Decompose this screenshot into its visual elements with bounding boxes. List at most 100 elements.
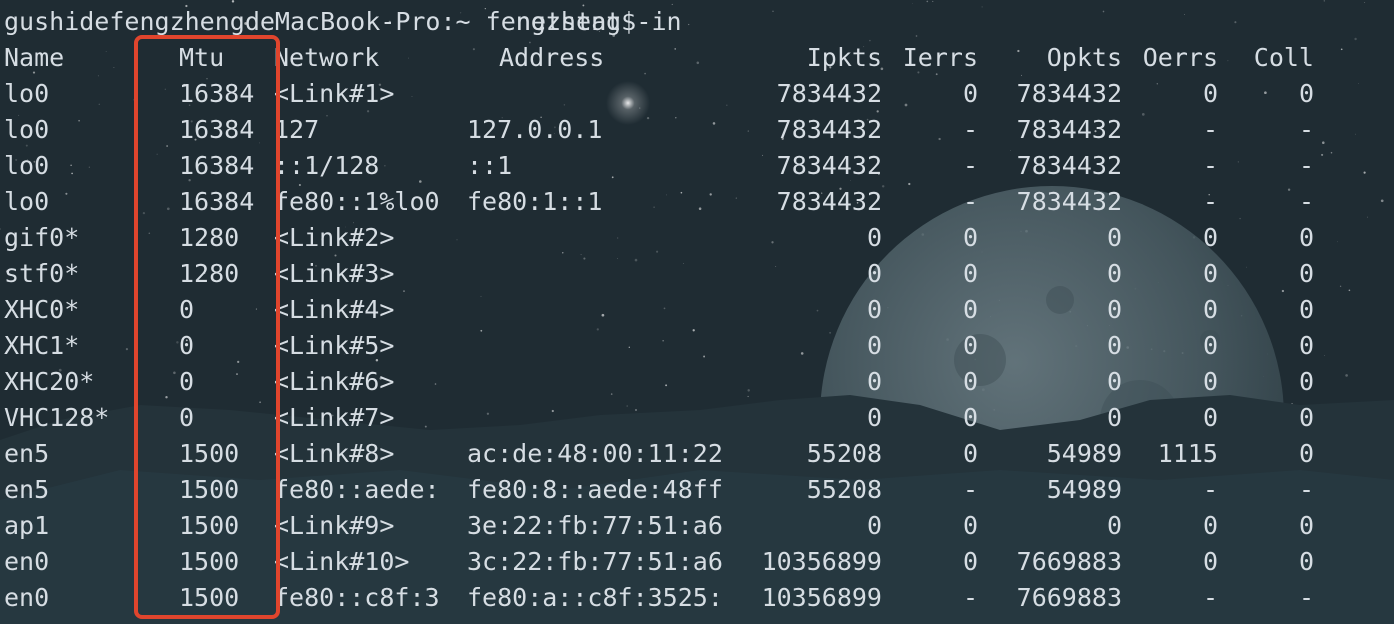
cell-ierrs: 0 <box>962 511 978 540</box>
cell-coll: 0 <box>1298 295 1314 324</box>
cell-ierrs: 0 <box>962 403 978 432</box>
cell-address: fe80:8::aede:48ff <box>467 475 723 504</box>
cell-ipkts: 7834432 <box>776 115 882 144</box>
cell-oerrs: 0 <box>1202 331 1218 360</box>
cell-ipkts: 55208 <box>806 475 882 504</box>
cell-name: en0 <box>4 583 50 612</box>
cell-ierrs: 0 <box>962 295 978 324</box>
cell-ierrs: - <box>962 187 978 216</box>
cell-opkts: 0 <box>1106 223 1122 252</box>
cell-ipkts: 0 <box>866 367 882 396</box>
header-ipkts: Ipkts <box>806 43 882 72</box>
cell-opkts: 7669883 <box>1016 583 1122 612</box>
cell-name: ap1 <box>4 511 50 540</box>
cell-network: <Link#4> <box>274 295 395 324</box>
cell-oerrs: 0 <box>1202 295 1218 324</box>
cell-ipkts: 7834432 <box>776 187 882 216</box>
cell-coll: - <box>1298 115 1314 144</box>
cell-network: <Link#9> <box>274 511 395 540</box>
cell-network: <Link#8> <box>274 439 395 468</box>
cell-coll: 0 <box>1298 439 1314 468</box>
header-opkts: Opkts <box>1046 43 1122 72</box>
cell-coll: 0 <box>1298 511 1314 540</box>
header-oerrs: Oerrs <box>1142 43 1218 72</box>
cell-network: 127 <box>274 115 320 144</box>
cell-ipkts: 10356899 <box>761 583 882 612</box>
cell-coll: 0 <box>1298 223 1314 252</box>
cell-address: 3c:22:fb:77:51:a6 <box>467 547 723 576</box>
cell-name: en0 <box>4 547 50 576</box>
cell-opkts: 0 <box>1106 295 1122 324</box>
cell-address: 127.0.0.1 <box>467 115 603 144</box>
cell-ipkts: 10356899 <box>761 547 882 576</box>
mtu-column-highlight <box>134 35 280 619</box>
cell-network: <Link#5> <box>274 331 395 360</box>
cell-coll: - <box>1298 151 1314 180</box>
cell-oerrs: - <box>1202 115 1218 144</box>
cell-name: gif0* <box>4 223 80 252</box>
cell-network: <Link#6> <box>274 367 395 396</box>
cell-address: ::1 <box>467 151 513 180</box>
cell-address: 3e:22:fb:77:51:a6 <box>467 511 723 540</box>
cell-address: ac:de:48:00:11:22 <box>467 439 723 468</box>
cell-coll: 0 <box>1298 403 1314 432</box>
header-coll: Coll <box>1253 43 1314 72</box>
cell-oerrs: 0 <box>1202 511 1218 540</box>
cell-opkts: 7834432 <box>1016 79 1122 108</box>
cell-oerrs: - <box>1202 187 1218 216</box>
cell-name: XHC20* <box>4 367 95 396</box>
cell-opkts: 0 <box>1106 511 1122 540</box>
cell-ierrs: - <box>962 475 978 504</box>
cell-opkts: 7834432 <box>1016 187 1122 216</box>
cell-network: <Link#7> <box>274 403 395 432</box>
cell-name: VHC128* <box>4 403 110 432</box>
cell-ierrs: - <box>962 115 978 144</box>
cell-ierrs: 0 <box>962 79 978 108</box>
cell-oerrs: 1115 <box>1157 439 1218 468</box>
cell-opkts: 54989 <box>1046 439 1122 468</box>
cell-ipkts: 0 <box>866 259 882 288</box>
cell-coll: 0 <box>1298 259 1314 288</box>
cell-ipkts: 0 <box>866 223 882 252</box>
cell-name: lo0 <box>4 79 50 108</box>
cell-opkts: 0 <box>1106 259 1122 288</box>
header-network: Network <box>274 43 380 72</box>
cell-name: lo0 <box>4 115 50 144</box>
cell-name: lo0 <box>4 187 50 216</box>
cell-oerrs: 0 <box>1202 547 1218 576</box>
cell-name: en5 <box>4 439 50 468</box>
cell-name: en5 <box>4 475 50 504</box>
prompt-command: netstat -in <box>516 7 682 36</box>
cell-coll: - <box>1298 187 1314 216</box>
cell-coll: 0 <box>1298 367 1314 396</box>
cell-network: ::1/128 <box>274 151 380 180</box>
header-name: Name <box>4 43 65 72</box>
cell-ipkts: 55208 <box>806 439 882 468</box>
cell-ierrs: - <box>962 583 978 612</box>
cell-ierrs: 0 <box>962 367 978 396</box>
cell-ipkts: 0 <box>866 403 882 432</box>
cell-ipkts: 0 <box>866 295 882 324</box>
cell-oerrs: 0 <box>1202 367 1218 396</box>
cell-ierrs: 0 <box>962 547 978 576</box>
cell-ipkts: 0 <box>866 511 882 540</box>
cell-oerrs: - <box>1202 475 1218 504</box>
cell-ipkts: 7834432 <box>776 151 882 180</box>
cell-oerrs: 0 <box>1202 79 1218 108</box>
cell-network: <Link#3> <box>274 259 395 288</box>
cell-opkts: 0 <box>1106 367 1122 396</box>
cell-name: lo0 <box>4 151 50 180</box>
cell-network: <Link#1> <box>274 79 395 108</box>
cell-address: fe80:1::1 <box>467 187 603 216</box>
cell-coll: 0 <box>1298 547 1314 576</box>
header-address: Address <box>499 43 605 72</box>
cell-ierrs: 0 <box>962 439 978 468</box>
cell-network: <Link#2> <box>274 223 395 252</box>
cell-coll: 0 <box>1298 79 1314 108</box>
terminal-window[interactable]: gushidefengzhengdeMacBook-Pro:~ fengzhen… <box>0 0 1394 624</box>
cell-name: stf0* <box>4 259 80 288</box>
cell-oerrs: 0 <box>1202 223 1218 252</box>
cell-name: XHC0* <box>4 295 80 324</box>
cell-ierrs: 0 <box>962 259 978 288</box>
header-ierrs: Ierrs <box>902 43 978 72</box>
